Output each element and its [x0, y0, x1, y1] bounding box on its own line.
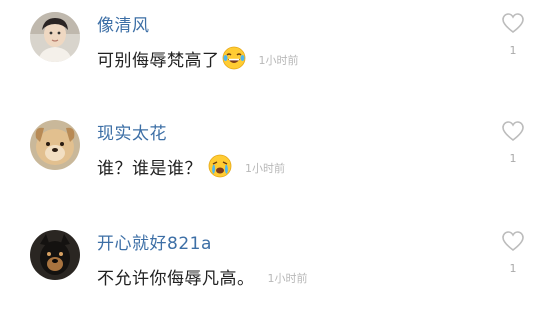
like-count: 1 — [509, 44, 517, 57]
like-count: 1 — [509, 152, 517, 165]
like-button[interactable]: 1 — [500, 230, 526, 280]
timestamp: 1小时前 — [267, 272, 308, 285]
crying-emoji-icon — [208, 154, 232, 178]
avatar[interactable] — [30, 12, 80, 62]
username[interactable]: 现实太花 — [97, 119, 167, 144]
like-button[interactable]: 1 — [500, 12, 526, 62]
comment-text: 谁？谁是谁？ — [97, 158, 202, 179]
laughing-tears-emoji-icon — [222, 46, 246, 70]
avatar[interactable] — [30, 230, 80, 280]
comment-body: 谁？谁是谁？ 1小时前 — [97, 151, 285, 181]
heart-outline-icon[interactable] — [501, 230, 525, 252]
comment-body: 不允许你侮辱凡高。 1小时前 — [97, 261, 308, 291]
comment-item[interactable]: 开心就好821a 不允许你侮辱凡高。 1小时前 1 — [0, 226, 555, 326]
comment-item[interactable]: 像清风 可别侮辱梵高了 1小时前 1 — [0, 8, 555, 108]
timestamp: 1小时前 — [245, 162, 285, 175]
avatar[interactable] — [30, 120, 80, 170]
heart-outline-icon[interactable] — [501, 120, 525, 142]
heart-outline-icon[interactable] — [501, 12, 525, 34]
comment-item[interactable]: 现实太花 谁？谁是谁？ 1小时前 1 — [0, 116, 555, 216]
username[interactable]: 像清风 — [97, 11, 150, 36]
like-count: 1 — [509, 262, 517, 275]
comment-text: 不允许你侮辱凡高。 — [97, 268, 255, 289]
timestamp: 1小时前 — [258, 54, 299, 67]
comment-text: 可别侮辱梵高了 — [97, 50, 220, 71]
like-button[interactable]: 1 — [500, 120, 526, 170]
comment-body: 可别侮辱梵高了 1小时前 — [97, 43, 299, 73]
username[interactable]: 开心就好821a — [97, 229, 212, 254]
